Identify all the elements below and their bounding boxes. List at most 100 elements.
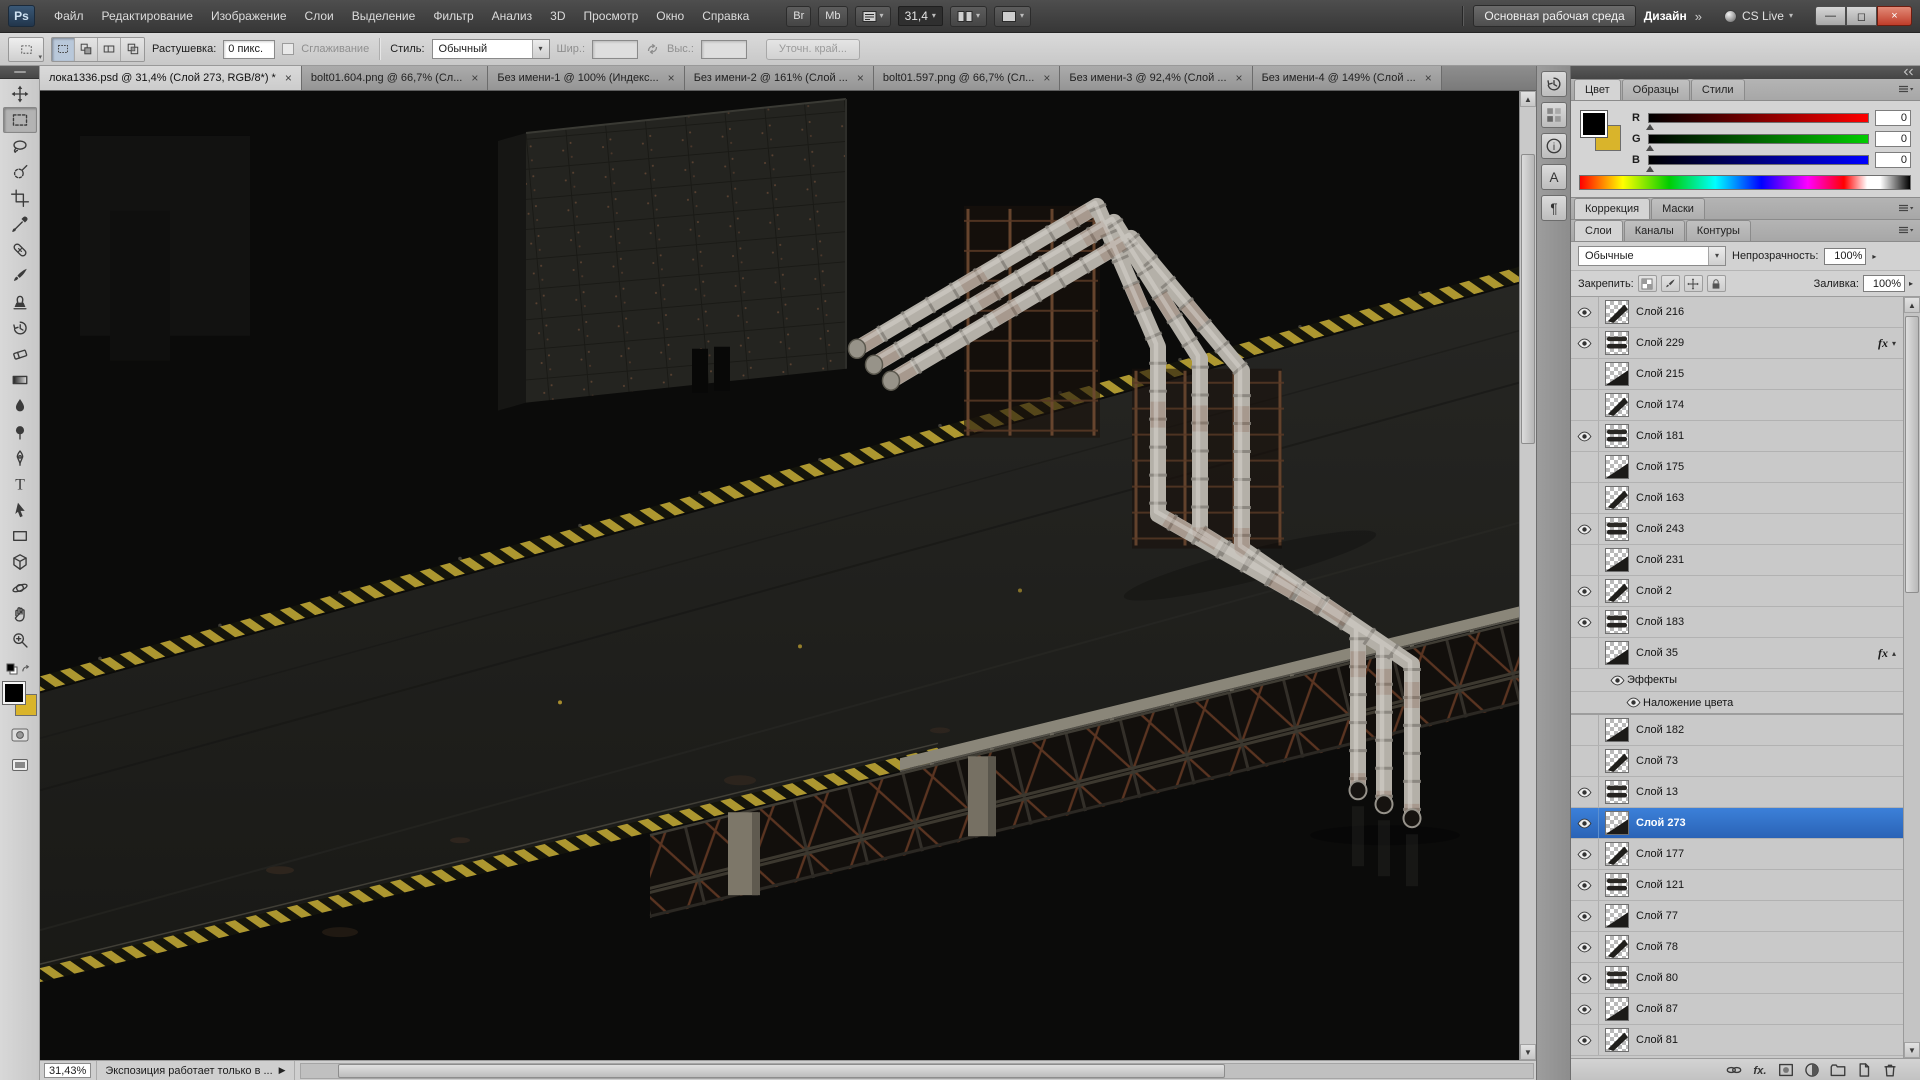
- layer-style-indicator[interactable]: fx ▴: [1878, 646, 1896, 661]
- document-tab-3[interactable]: Без имени-1 @ 100% (Индекс... ×: [488, 66, 685, 90]
- fill-slider-icon[interactable]: ▸: [1909, 279, 1913, 288]
- menu-item-9[interactable]: Просмотр: [574, 4, 647, 28]
- layer-visibility-toggle[interactable]: [1571, 994, 1599, 1024]
- height-input[interactable]: [700, 39, 747, 59]
- layer-visibility-toggle[interactable]: [1571, 777, 1599, 807]
- blue-slider-thumb[interactable]: [1646, 165, 1654, 172]
- layer-row[interactable]: Слой 77: [1571, 901, 1903, 932]
- antialias-checkbox[interactable]: [282, 43, 295, 55]
- layer-row[interactable]: Слой 78: [1571, 932, 1903, 963]
- crop-tool[interactable]: [3, 185, 37, 211]
- layer-row[interactable]: Слой 273: [1571, 808, 1903, 839]
- brush-tool[interactable]: [3, 263, 37, 289]
- tools-palette-header[interactable]: [0, 66, 39, 79]
- feather-input[interactable]: 0 пикс.: [223, 39, 276, 59]
- lock-all-icon[interactable]: [1706, 275, 1726, 292]
- canvas-horizontal-scrollbar[interactable]: [299, 1062, 1534, 1079]
- tab-styles[interactable]: Стили: [1690, 79, 1745, 100]
- dodge-tool[interactable]: [3, 419, 37, 445]
- layer-visibility-toggle[interactable]: [1571, 421, 1599, 451]
- status-zoom-input[interactable]: 31,43%: [44, 1063, 92, 1078]
- layer-row[interactable]: Слой 81: [1571, 1025, 1903, 1056]
- blend-mode-select[interactable]: Обычные ▾: [1578, 246, 1726, 266]
- arrange-documents-button[interactable]: ▾: [949, 5, 987, 27]
- menu-item-3[interactable]: Изображение: [202, 4, 296, 28]
- layers-scroll-thumb[interactable]: [1905, 316, 1919, 594]
- character-panel-icon[interactable]: A: [1540, 164, 1567, 190]
- canvas[interactable]: [40, 91, 1519, 1060]
- layer-row[interactable]: Слой 13: [1571, 777, 1903, 808]
- healing-brush-tool[interactable]: [3, 237, 37, 263]
- layers-scroll-down-icon[interactable]: ▼: [1904, 1042, 1920, 1058]
- layer-visibility-toggle[interactable]: [1571, 932, 1599, 962]
- swatches-panel-icon[interactable]: [1540, 102, 1567, 128]
- menu-item-6[interactable]: Фильтр: [424, 4, 482, 28]
- layer-visibility-toggle[interactable]: [1571, 514, 1599, 544]
- intersect-selection-icon[interactable]: [121, 37, 144, 61]
- layer-visibility-toggle[interactable]: [1571, 297, 1599, 327]
- document-tab-6[interactable]: Без имени-3 @ 92,4% (Слой ... ×: [1060, 66, 1253, 90]
- layer-row[interactable]: Слой 231: [1571, 545, 1903, 576]
- foreground-color-swatch[interactable]: [1580, 110, 1608, 138]
- layer-visibility-toggle[interactable]: [1571, 963, 1599, 993]
- scroll-down-icon[interactable]: ▼: [1520, 1044, 1536, 1060]
- layer-row[interactable]: Слой 181: [1571, 421, 1903, 452]
- layer-row[interactable]: Слой 73: [1571, 746, 1903, 777]
- layer-visibility-toggle[interactable]: [1571, 1025, 1599, 1055]
- history-brush-tool[interactable]: [3, 315, 37, 341]
- layer-row[interactable]: Слой 183: [1571, 607, 1903, 638]
- style-select[interactable]: Обычный ▾: [431, 39, 550, 59]
- canvas-vertical-scrollbar[interactable]: ▲ ▼: [1519, 91, 1536, 1060]
- layer-row[interactable]: Слой 177: [1571, 839, 1903, 870]
- lock-pixels-icon[interactable]: [1660, 275, 1680, 292]
- menu-item-11[interactable]: Справка: [693, 4, 758, 28]
- workspace-button-design[interactable]: Дизайн: [1644, 9, 1687, 23]
- tab-layers[interactable]: Слои: [1574, 220, 1623, 241]
- launch-bridge-button[interactable]: Br: [786, 5, 812, 27]
- blue-channel-value[interactable]: 0: [1875, 151, 1911, 168]
- tool-preset-picker[interactable]: ▾: [8, 36, 44, 62]
- quick-mask-button[interactable]: [5, 724, 35, 746]
- gradient-tool[interactable]: [3, 367, 37, 393]
- layer-row[interactable]: Слой 35 fx ▴: [1571, 638, 1903, 669]
- layer-row[interactable]: Слой 121: [1571, 870, 1903, 901]
- layer-visibility-toggle[interactable]: [1571, 808, 1599, 838]
- new-selection-icon[interactable]: [52, 37, 75, 61]
- type-tool[interactable]: T: [3, 471, 37, 497]
- lock-position-icon[interactable]: [1683, 275, 1703, 292]
- adjustments-panel-menu-icon[interactable]: [1898, 204, 1914, 213]
- opacity-input[interactable]: 100%: [1824, 247, 1867, 265]
- hand-tool[interactable]: [3, 601, 37, 627]
- tab-close-icon[interactable]: ×: [285, 72, 292, 84]
- green-slider-thumb[interactable]: [1646, 144, 1654, 151]
- tab-close-icon[interactable]: ×: [1043, 72, 1050, 84]
- layer-row[interactable]: Слой 2: [1571, 576, 1903, 607]
- refine-edge-button[interactable]: Уточн. край...: [765, 38, 860, 60]
- red-channel-value[interactable]: 0: [1875, 109, 1911, 126]
- document-tab-7[interactable]: Без имени-4 @ 149% (Слой ... ×: [1252, 66, 1442, 90]
- 3d-rotate-tool[interactable]: [3, 549, 37, 575]
- clone-stamp-tool[interactable]: [3, 289, 37, 315]
- add-layer-mask-icon[interactable]: [1776, 1061, 1796, 1078]
- blur-tool[interactable]: [3, 393, 37, 419]
- status-menu-icon[interactable]: ▶: [279, 1065, 286, 1076]
- green-channel-slider[interactable]: [1646, 133, 1869, 151]
- workspace-button-primary[interactable]: Основная рабочая среда: [1473, 5, 1636, 27]
- menu-item-1[interactable]: Файл: [45, 4, 93, 28]
- layer-row[interactable]: Слой 87: [1571, 994, 1903, 1025]
- layers-panel-menu-icon[interactable]: [1898, 226, 1914, 235]
- layer-row[interactable]: Слой 80: [1571, 963, 1903, 994]
- layer-effect-row[interactable]: Эффекты: [1571, 669, 1903, 692]
- horizontal-scroll-thumb[interactable]: [337, 1063, 1225, 1078]
- color-spectrum-ramp[interactable]: [1579, 175, 1911, 190]
- screen-mode-button[interactable]: ▾: [993, 5, 1031, 27]
- layer-visibility-toggle[interactable]: [1571, 328, 1599, 358]
- foreground-color-swatch[interactable]: [1, 681, 26, 705]
- tab-paths[interactable]: Контуры: [1685, 220, 1751, 241]
- tab-swatches[interactable]: Образцы: [1621, 79, 1690, 100]
- layer-row[interactable]: Слой 163: [1571, 483, 1903, 514]
- link-layers-icon[interactable]: [1724, 1061, 1744, 1078]
- layer-visibility-toggle[interactable]: [1571, 746, 1599, 776]
- history-panel-icon[interactable]: [1540, 71, 1567, 97]
- layer-row[interactable]: Слой 216: [1571, 297, 1903, 328]
